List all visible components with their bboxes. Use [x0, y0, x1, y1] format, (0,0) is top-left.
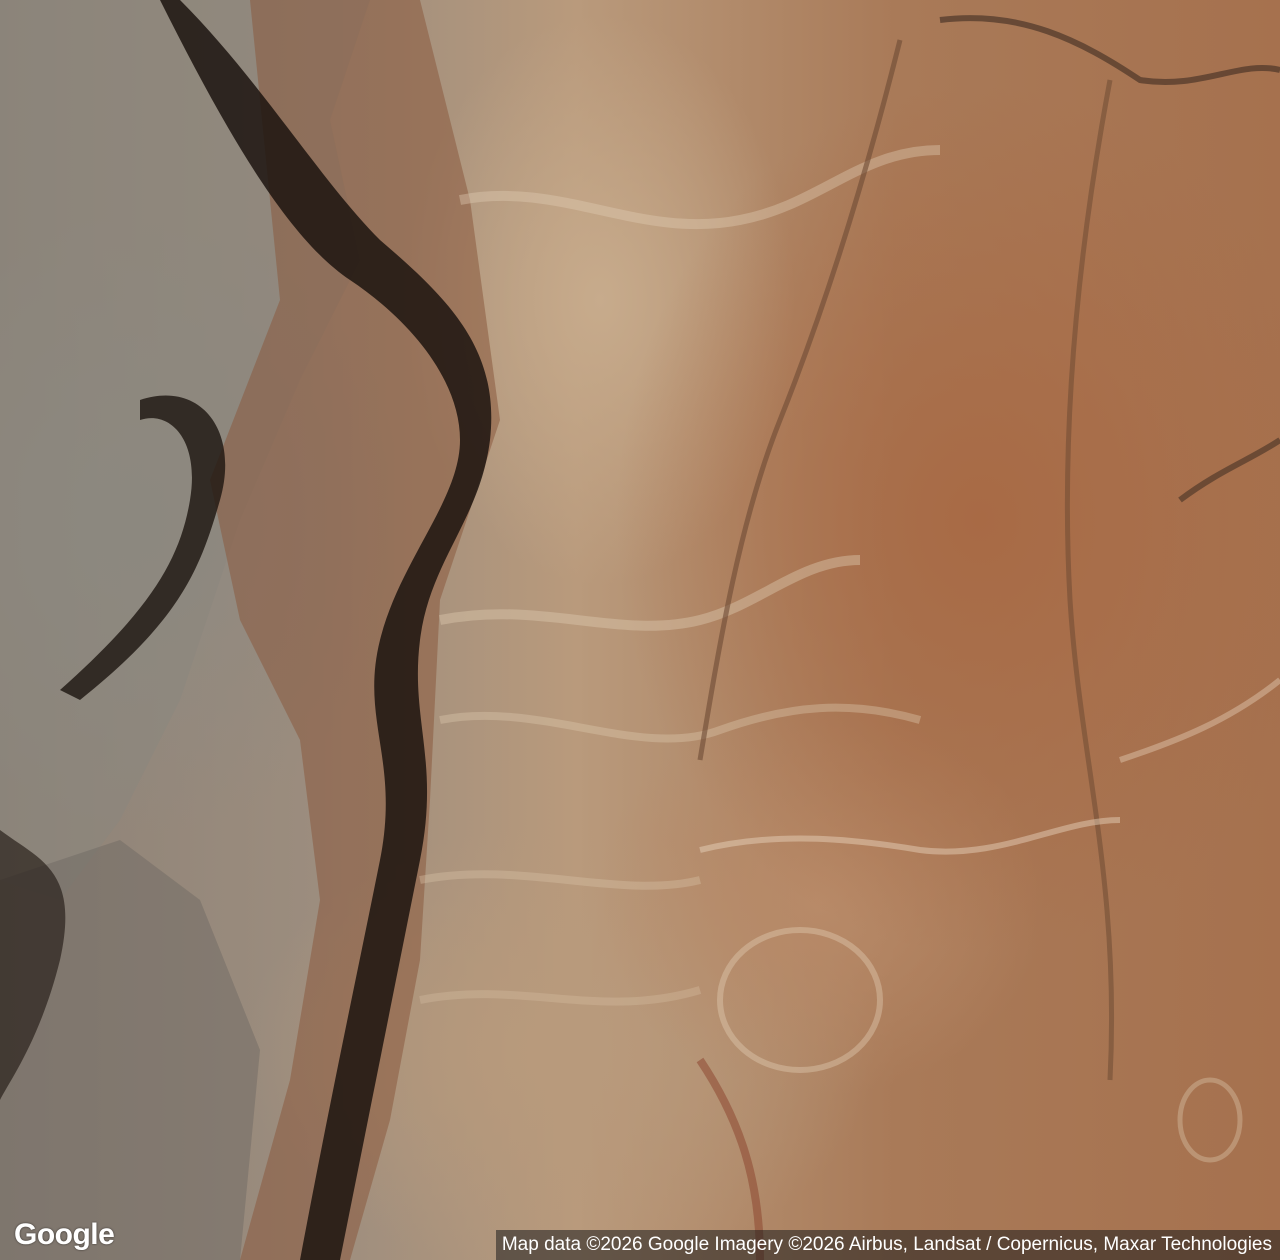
- map-attribution[interactable]: Map data ©2026 Google Imagery ©2026 Airb…: [495, 1230, 1280, 1260]
- google-logo: Google: [14, 1218, 115, 1251]
- satellite-map[interactable]: Google Map data ©2026 Google Imagery ©20…: [0, 0, 1280, 1260]
- terrain-imagery: [0, 0, 1280, 1260]
